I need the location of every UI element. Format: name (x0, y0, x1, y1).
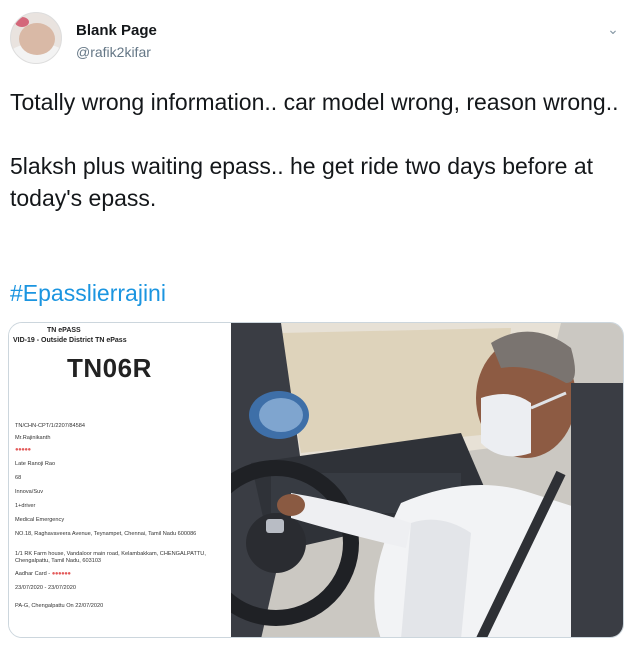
user-handle[interactable]: @rafik2kifar (76, 44, 151, 60)
hashtag-link[interactable]: #Epasslierrajini (10, 280, 166, 307)
tweet-text: Totally wrong information.. car model wr… (10, 86, 620, 246)
epass-subtitle: VID-19 - Outside District TN ePass (13, 337, 127, 344)
chevron-down-icon[interactable]: ⌄ (604, 20, 622, 38)
epass-line: NO.18, Raghavaveera Avenue, Teynampet, C… (15, 531, 197, 537)
epass-number: TN06R (67, 353, 152, 383)
tweet-media[interactable]: TN ePASS VID-19 - Outside District TN eP… (8, 322, 624, 638)
car-interior-illustration (231, 323, 623, 637)
epass-line: TN/CHN-CPT/1/2207/84584 (15, 423, 85, 429)
epass-line: 23/07/2020 - 23/07/2020 (15, 585, 76, 591)
epass-line: 1/1 RK Farm house, Vandaloor main road, … (15, 551, 206, 564)
epass-line: Mr.Rajinikanth (15, 435, 51, 441)
avatar-face (19, 23, 55, 55)
car-photo (231, 323, 623, 637)
epass-id-label: Aadhar Card - (15, 571, 51, 577)
avatar[interactable] (10, 12, 62, 64)
epass-line: 1+driver (15, 503, 36, 509)
epass-line: PA-G, Chengalpattu On 22/07/2020 (15, 603, 104, 609)
display-name[interactable]: Blank Page (76, 22, 157, 39)
epass-image: TN ePASS VID-19 - Outside District TN eP… (9, 323, 231, 637)
epass-line: Medical Emergency (15, 517, 65, 523)
tweet-paragraph: Totally wrong information.. car model wr… (10, 89, 619, 115)
tweet-paragraph: 5laksh plus waiting epass.. he get ride … (10, 153, 594, 211)
epass-line: Late Ranoji Rao (15, 461, 56, 467)
epass-title: TN ePASS (47, 327, 81, 334)
epass-redaction: ●●●●● (15, 447, 31, 453)
avatar-bow (15, 17, 29, 27)
epass-line: 68 (15, 475, 22, 481)
epass-line: Innova/Suv (15, 489, 43, 495)
tweet-header: Blank Page @rafik2kifar ⌄ (10, 12, 630, 72)
epass-line: Aadhar Card - ●●●●●● (15, 571, 71, 577)
